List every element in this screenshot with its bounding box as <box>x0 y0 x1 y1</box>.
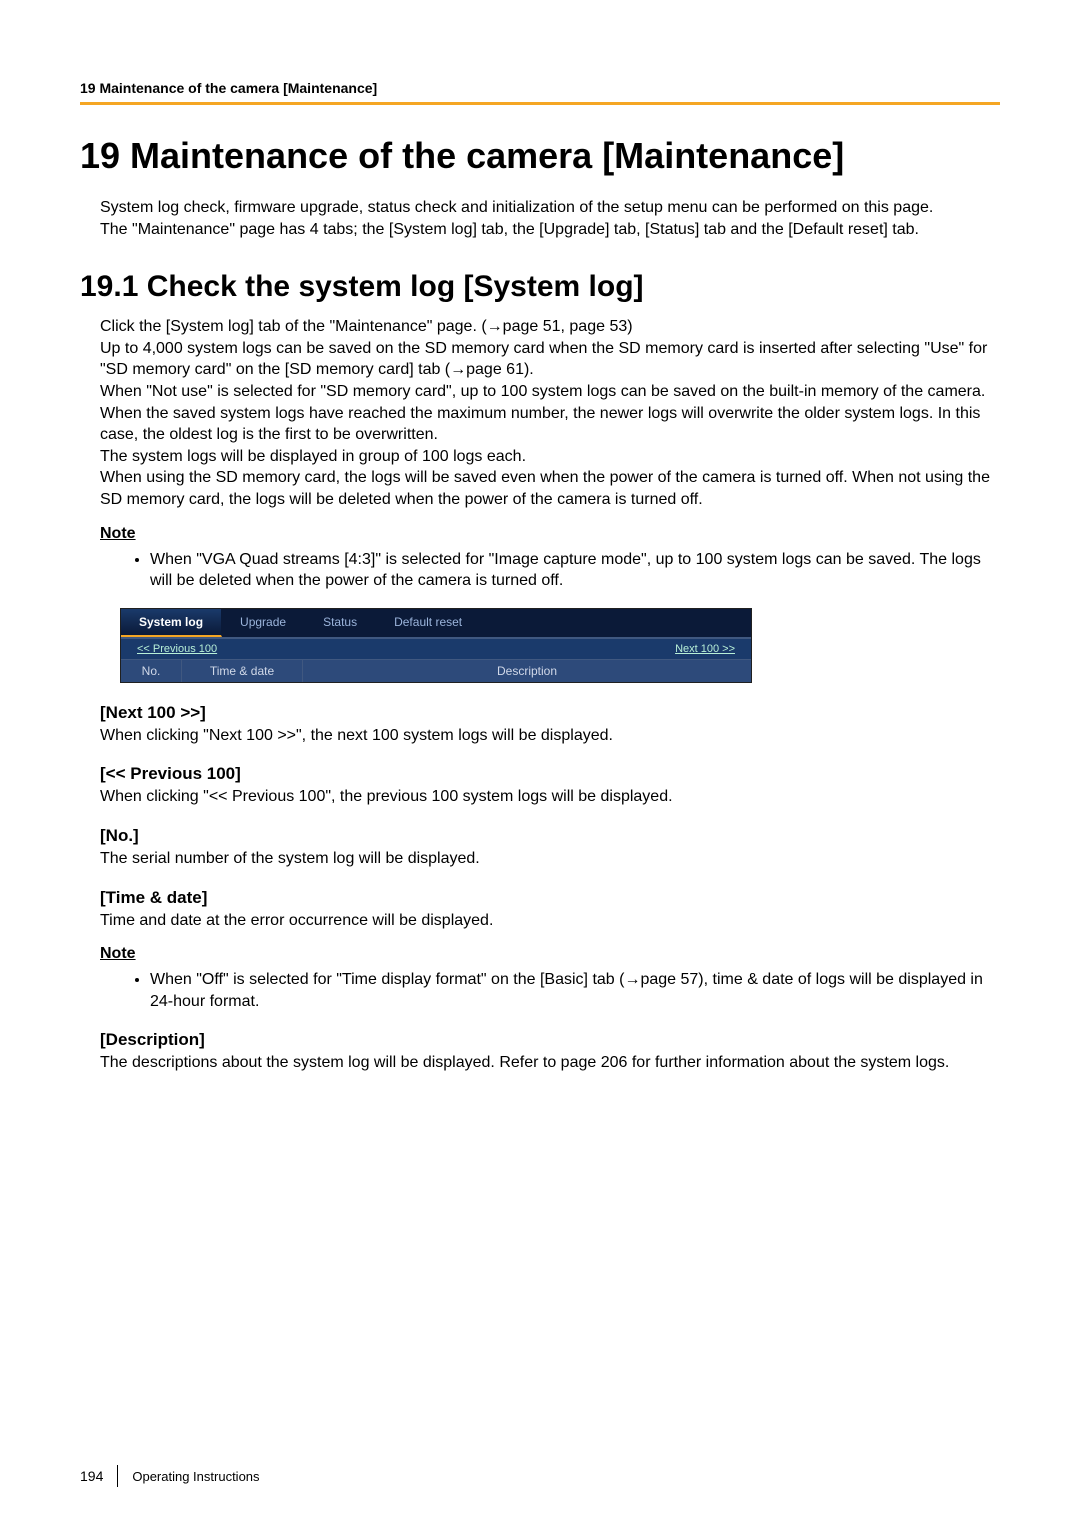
subdesc-prev100: When clicking "<< Previous 100", the pre… <box>100 786 1000 808</box>
tabstrip: System log Upgrade Status Default reset <box>121 609 751 637</box>
subheading-description: [Description] <box>100 1030 1000 1050</box>
note-heading-timedate: Note <box>100 945 1000 963</box>
body-line: Up to 4,000 system logs can be saved on … <box>100 338 1000 381</box>
next-100-link[interactable]: Next 100 >> <box>675 643 735 655</box>
section-body: Click the [System log] tab of the "Maint… <box>100 316 1000 510</box>
column-no: No. <box>121 660 182 682</box>
footer-divider <box>117 1465 118 1487</box>
note-list-timedate: When "Off" is selected for "Time display… <box>120 969 1000 1012</box>
note-item: When "VGA Quad streams [4:3]" is selecte… <box>150 549 1000 592</box>
chapter-title: 19 Maintenance of the camera [Maintenanc… <box>80 135 1000 177</box>
doc-title: Operating Instructions <box>132 1469 259 1484</box>
subheading-timedate: [Time & date] <box>100 888 1000 908</box>
subdesc-next100: When clicking "Next 100 >>", the next 10… <box>100 725 1000 747</box>
subheading-no: [No.] <box>100 826 1000 846</box>
tab-status[interactable]: Status <box>305 609 376 637</box>
subheading-prev100: [<< Previous 100] <box>100 764 1000 784</box>
page-footer: 194 Operating Instructions <box>80 1465 260 1487</box>
document-page: 19 Maintenance of the camera [Maintenanc… <box>0 0 1080 1527</box>
note-heading: Note <box>100 525 1000 543</box>
subdesc-timedate: Time and date at the error occurrence wi… <box>100 910 1000 932</box>
body-line: When using the SD memory card, the logs … <box>100 467 1000 510</box>
body-line: When "Not use" is selected for "SD memor… <box>100 381 1000 403</box>
log-pagination: << Previous 100 Next 100 >> <box>121 637 751 659</box>
running-header: 19 Maintenance of the camera [Maintenanc… <box>80 80 1000 96</box>
intro-line-1: System log check, firmware upgrade, stat… <box>100 197 1000 219</box>
system-log-ui: System log Upgrade Status Default reset … <box>120 608 752 683</box>
header-rule <box>80 102 1000 105</box>
body-line: The system logs will be displayed in gro… <box>100 446 1000 468</box>
subdesc-no: The serial number of the system log will… <box>100 848 1000 870</box>
note-item: When "Off" is selected for "Time display… <box>150 969 1000 1012</box>
body-line: Click the [System log] tab of the "Maint… <box>100 316 1000 338</box>
intro-line-2: The "Maintenance" page has 4 tabs; the [… <box>100 219 1000 241</box>
column-time-date: Time & date <box>182 660 303 682</box>
chapter-intro: System log check, firmware upgrade, stat… <box>100 197 1000 240</box>
tab-upgrade[interactable]: Upgrade <box>222 609 305 637</box>
body-line: When the saved system logs have reached … <box>100 403 1000 446</box>
subheading-next100: [Next 100 >>] <box>100 703 1000 723</box>
tab-default-reset[interactable]: Default reset <box>376 609 481 637</box>
previous-100-link[interactable]: << Previous 100 <box>137 643 217 655</box>
section-title: 19.1 Check the system log [System log] <box>80 270 1000 304</box>
page-number: 194 <box>80 1468 103 1484</box>
subdesc-description: The descriptions about the system log wi… <box>100 1052 1000 1074</box>
note-list: When "VGA Quad streams [4:3]" is selecte… <box>120 549 1000 592</box>
column-description: Description <box>303 660 751 682</box>
log-table-header: No. Time & date Description <box>121 659 751 682</box>
tab-system-log[interactable]: System log <box>121 609 222 637</box>
